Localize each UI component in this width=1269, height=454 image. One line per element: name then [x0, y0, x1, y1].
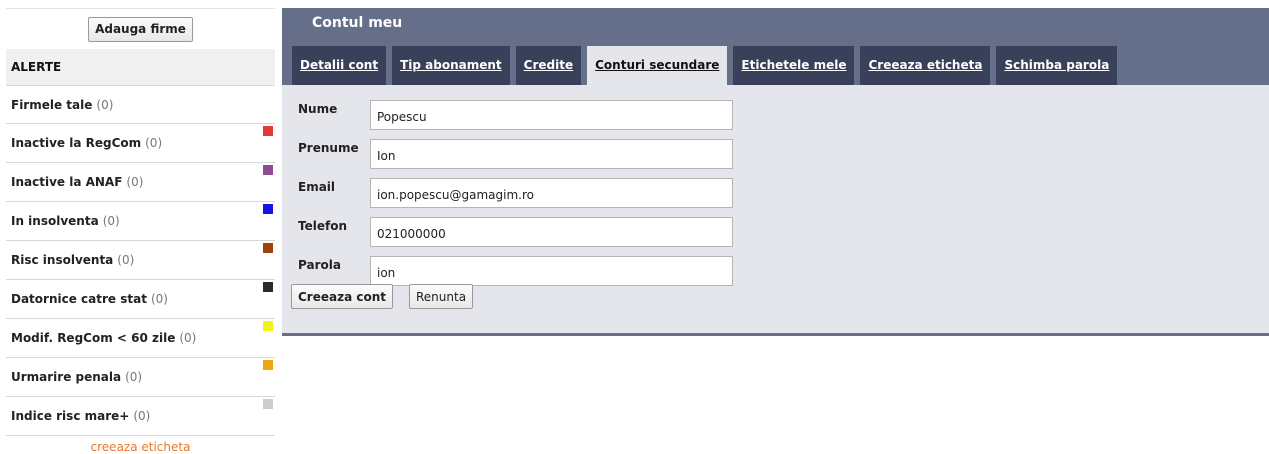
row-nume: Nume	[298, 100, 733, 130]
alert-count: (0)	[133, 409, 151, 423]
cancel-button[interactable]: Renunta	[409, 284, 474, 309]
alerts-list: Firmele tale (0) Inactive la RegCom (0) Inac…	[6, 85, 275, 436]
add-firms-container: Adauga firme	[6, 8, 275, 49]
alert-count: (0)	[126, 175, 144, 189]
prenume-label: Prenume	[298, 141, 359, 155]
alert-color-swatch	[263, 282, 273, 292]
alert-count: (0)	[117, 253, 135, 267]
tab-conturi-secundare[interactable]: Conturi secundare	[587, 46, 728, 85]
alert-item[interactable]: Indice risc mare+ (0)	[6, 397, 275, 436]
tab-tip-abonament[interactable]: Tip abonament	[392, 46, 510, 85]
alert-item[interactable]: Modif. RegCom < 60 zile (0)	[6, 319, 275, 358]
tab-bar: Detalii cont Tip abonament Credite Conturi …	[292, 46, 1118, 85]
alert-item[interactable]: Inactive la RegCom (0)	[6, 124, 275, 163]
alert-label: Risc insolventa	[11, 253, 114, 267]
email-label: Email	[298, 180, 336, 194]
tab-etichetele-mele[interactable]: Etichetele mele	[733, 46, 855, 85]
alert-color-swatch	[263, 243, 273, 253]
add-firms-button[interactable]: Adauga firme	[88, 16, 193, 42]
create-account-button[interactable]: Creeaza cont	[291, 284, 393, 309]
alert-label: Indice risc mare+	[11, 409, 130, 423]
alert-label: Urmarire penala	[11, 370, 122, 384]
tab-credite[interactable]: Credite	[515, 46, 582, 85]
alert-count: (0)	[179, 331, 197, 345]
alert-label: Datornice catre stat	[11, 292, 147, 306]
parola-input[interactable]	[370, 256, 733, 286]
telefon-input[interactable]	[370, 217, 733, 247]
alert-label: Firmele tale	[11, 97, 93, 112]
alert-item[interactable]: Datornice catre stat (0)	[6, 280, 275, 319]
alert-item[interactable]: In insolventa (0)	[6, 202, 275, 241]
nume-label: Nume	[298, 102, 338, 116]
alert-color-swatch	[263, 126, 273, 136]
alert-item[interactable]: Risc insolventa (0)	[6, 241, 275, 280]
alert-count: (0)	[145, 136, 163, 150]
alert-label: Inactive la RegCom	[11, 136, 142, 150]
row-telefon: Telefon	[298, 217, 733, 247]
create-label-link[interactable]: creeaza eticheta	[6, 440, 275, 454]
alert-label: In insolventa	[11, 214, 99, 228]
alert-color-swatch	[263, 399, 273, 409]
tab-schimba-parola[interactable]: Schimba parola	[996, 46, 1118, 85]
alert-count: (0)	[125, 370, 143, 384]
panel-header: Contul meu Detalii cont Tip abonament Cred…	[282, 8, 1269, 85]
row-prenume: Prenume	[298, 139, 733, 169]
row-email: Email	[298, 178, 733, 208]
alert-count: (0)	[96, 97, 114, 112]
alert-color-swatch	[263, 360, 273, 370]
nume-input[interactable]	[370, 100, 733, 130]
telefon-label: Telefon	[298, 219, 347, 233]
row-parola: Parola	[298, 256, 733, 286]
parola-label: Parola	[298, 258, 341, 272]
tab-creeaza-eticheta[interactable]: Creeaza eticheta	[860, 46, 991, 85]
alert-label: Modif. RegCom < 60 zile	[11, 331, 176, 345]
alert-color-swatch	[263, 165, 273, 175]
alerts-heading: ALERTE	[6, 49, 275, 85]
tab-detalii-cont[interactable]: Detalii cont	[292, 46, 387, 85]
sidebar: Adauga firme ALERTE Firmele tale (0) Inact…	[6, 8, 275, 454]
alert-color-swatch	[263, 321, 273, 331]
alert-count: (0)	[102, 214, 120, 228]
alert-color-swatch	[263, 204, 273, 214]
page-title: Contul meu	[312, 15, 403, 31]
alert-count: (0)	[150, 292, 168, 306]
alert-item[interactable]: Firmele tale (0)	[6, 85, 275, 124]
alert-label: Inactive la ANAF	[11, 175, 123, 189]
alert-item[interactable]: Inactive la ANAF (0)	[6, 163, 275, 202]
email-input[interactable]	[370, 178, 733, 208]
alert-item[interactable]: Urmarire penala (0)	[6, 358, 275, 397]
prenume-input[interactable]	[370, 139, 733, 169]
